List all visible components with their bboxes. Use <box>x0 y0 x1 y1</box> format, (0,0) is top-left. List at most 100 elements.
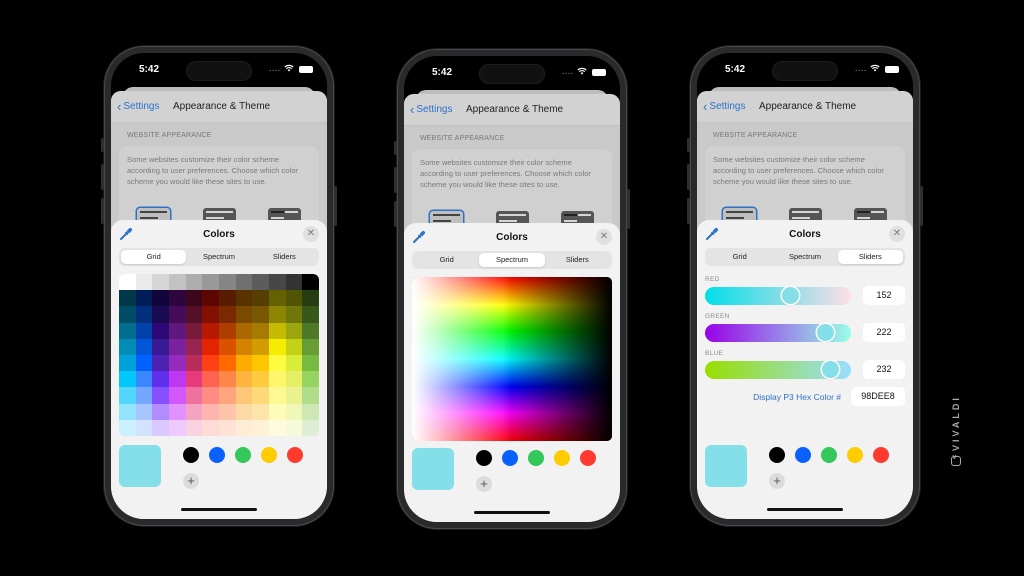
grid-color-cell[interactable] <box>218 306 236 323</box>
grid-color-cell[interactable] <box>252 290 269 307</box>
grid-color-cell[interactable] <box>119 306 136 323</box>
grid-color-cell[interactable] <box>202 290 219 307</box>
grid-color-cell[interactable] <box>218 338 236 355</box>
grid-color-cell[interactable] <box>135 354 153 372</box>
grid-color-cell[interactable] <box>268 387 286 404</box>
grid-color-cell[interactable] <box>168 387 186 404</box>
grid-color-cell[interactable] <box>268 290 286 307</box>
grid-color-cell[interactable] <box>152 338 169 355</box>
grid-color-cell[interactable] <box>235 371 253 388</box>
grid-color-cell[interactable] <box>268 306 286 323</box>
grid-color-cell[interactable] <box>152 322 169 339</box>
grid-color-cell[interactable] <box>218 403 236 420</box>
grid-color-cell[interactable] <box>252 387 269 404</box>
grid-color-cell[interactable] <box>235 387 253 404</box>
grid-color-cell[interactable] <box>185 274 203 291</box>
grid-color-cell[interactable] <box>235 338 253 355</box>
grid-color-cell[interactable] <box>152 306 169 323</box>
grid-color-cell[interactable] <box>268 338 286 355</box>
grid-color-cell[interactable] <box>152 419 169 436</box>
grid-color-cell[interactable] <box>202 371 219 388</box>
favorite-color-swatch[interactable] <box>795 447 811 463</box>
grid-color-cell[interactable] <box>185 354 203 372</box>
grid-color-cell[interactable] <box>119 322 136 339</box>
grid-color-cell[interactable] <box>302 354 319 372</box>
tab-sliders[interactable]: Sliders <box>837 250 903 264</box>
slider-track-blue[interactable] <box>705 360 851 379</box>
add-favorite-button[interactable]: + <box>183 473 199 489</box>
grid-color-cell[interactable] <box>285 306 303 323</box>
grid-color-cell[interactable] <box>168 274 186 291</box>
grid-color-cell[interactable] <box>285 354 303 372</box>
grid-color-cell[interactable] <box>268 419 286 436</box>
grid-color-cell[interactable] <box>168 306 186 323</box>
favorite-color-swatch[interactable] <box>554 450 570 466</box>
grid-color-cell[interactable] <box>152 274 169 291</box>
grid-color-cell[interactable] <box>285 322 303 339</box>
grid-color-cell[interactable] <box>268 322 286 339</box>
grid-color-cell[interactable] <box>168 290 186 307</box>
grid-color-cell[interactable] <box>285 387 303 404</box>
grid-color-cell[interactable] <box>135 371 153 388</box>
favorite-color-swatch[interactable] <box>528 450 544 466</box>
grid-color-cell[interactable] <box>218 419 236 436</box>
grid-color-cell[interactable] <box>235 322 253 339</box>
grid-color-cell[interactable] <box>152 371 169 388</box>
close-button[interactable]: ✕ <box>303 226 319 242</box>
grid-color-cell[interactable] <box>135 338 153 355</box>
grid-color-cell[interactable] <box>168 354 186 372</box>
grid-color-cell[interactable] <box>302 338 319 355</box>
grid-color-cell[interactable] <box>218 387 236 404</box>
grid-color-cell[interactable] <box>168 403 186 420</box>
grid-color-cell[interactable] <box>152 290 169 307</box>
favorite-color-swatch[interactable] <box>580 450 596 466</box>
grid-color-cell[interactable] <box>268 371 286 388</box>
grid-color-cell[interactable] <box>119 274 136 291</box>
grid-color-cell[interactable] <box>218 371 236 388</box>
grid-color-cell[interactable] <box>202 306 219 323</box>
back-button[interactable]: ‹ Settings <box>703 100 745 113</box>
grid-color-cell[interactable] <box>252 306 269 323</box>
favorite-color-swatch[interactable] <box>261 447 277 463</box>
favorite-color-swatch[interactable] <box>873 447 889 463</box>
grid-color-cell[interactable] <box>185 419 203 436</box>
close-button[interactable]: ✕ <box>596 229 612 245</box>
slider-thumb[interactable] <box>781 287 799 304</box>
grid-color-cell[interactable] <box>268 354 286 372</box>
grid-color-cell[interactable] <box>252 371 269 388</box>
favorite-color-swatch[interactable] <box>287 447 303 463</box>
grid-color-cell[interactable] <box>168 322 186 339</box>
favorite-color-swatch[interactable] <box>769 447 785 463</box>
grid-color-cell[interactable] <box>202 419 219 436</box>
grid-color-cell[interactable] <box>302 274 319 291</box>
close-button[interactable]: ✕ <box>889 226 905 242</box>
grid-color-cell[interactable] <box>152 354 169 372</box>
grid-color-cell[interactable] <box>302 371 319 388</box>
tab-spectrum[interactable]: Spectrum <box>479 253 545 267</box>
favorite-color-swatch[interactable] <box>476 450 492 466</box>
add-favorite-button[interactable]: + <box>476 476 492 492</box>
grid-color-cell[interactable] <box>235 419 253 436</box>
grid-color-cell[interactable] <box>119 354 136 372</box>
grid-color-cell[interactable] <box>202 354 219 372</box>
tab-sliders[interactable]: Sliders <box>545 253 610 267</box>
grid-color-cell[interactable] <box>202 403 219 420</box>
slider-thumb[interactable] <box>821 361 839 378</box>
slider-value-blue[interactable]: 232 <box>863 360 905 379</box>
grid-color-cell[interactable] <box>285 338 303 355</box>
grid-color-cell[interactable] <box>202 387 219 404</box>
grid-color-cell[interactable] <box>235 306 253 323</box>
favorite-color-swatch[interactable] <box>847 447 863 463</box>
grid-color-cell[interactable] <box>185 387 203 404</box>
grid-color-cell[interactable] <box>235 274 253 291</box>
grid-color-cell[interactable] <box>185 338 203 355</box>
grid-color-cell[interactable] <box>268 274 286 291</box>
favorite-color-swatch[interactable] <box>209 447 225 463</box>
grid-color-cell[interactable] <box>252 403 269 420</box>
slider-value-green[interactable]: 222 <box>863 323 905 342</box>
grid-color-cell[interactable] <box>218 290 236 307</box>
grid-color-cell[interactable] <box>135 306 153 323</box>
grid-color-cell[interactable] <box>152 387 169 404</box>
grid-color-cell[interactable] <box>285 403 303 420</box>
favorite-color-swatch[interactable] <box>235 447 251 463</box>
